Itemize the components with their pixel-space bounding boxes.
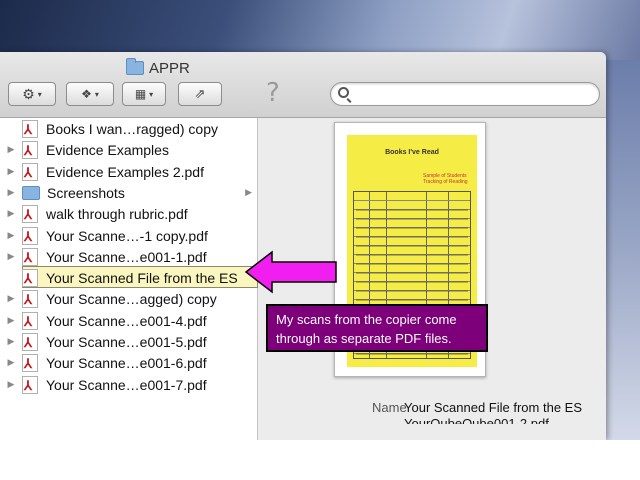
pdf-file-icon: ⅄: [22, 162, 38, 181]
list-item[interactable]: ▶ ⅄ Evidence Examples: [0, 139, 258, 160]
list-item-label: Screenshots: [47, 184, 125, 201]
list-item-label: Books I wan…ragged) copy: [46, 120, 218, 137]
window-title-text: APPR: [149, 59, 190, 77]
disclosure-triangle-icon[interactable]: ▶: [0, 208, 22, 219]
list-item[interactable]: ▶ ⅄ Your Scanne…e001-5.pdf: [0, 331, 258, 352]
list-item[interactable]: ▶ ⅄ Evidence Examples 2.pdf: [0, 161, 258, 182]
list-item[interactable]: ▶ ▶ Screenshots: [0, 182, 258, 203]
help-icon[interactable]: ?: [266, 78, 280, 108]
name-label: Name: [372, 400, 407, 415]
pdf-file-icon: ⅄: [22, 311, 38, 330]
name-value-line2: YourQubeQube001-2.pdf: [404, 416, 549, 424]
pdf-file-icon: ⅄: [22, 204, 38, 223]
doc-heading: Books I've Read: [385, 149, 439, 156]
pdf-file-icon: ⅄: [22, 140, 38, 159]
list-item[interactable]: ▶ ⅄ Your Scanne…e001-7.pdf: [0, 374, 258, 395]
list-item-label: Your Scanne…agged) copy: [46, 290, 217, 307]
search-icon: [338, 87, 349, 98]
list-item-label: Your Scanne…e001-6.pdf: [46, 354, 207, 371]
list-item[interactable]: ▶ ⅄ walk through rubric.pdf: [0, 203, 258, 224]
pdf-file-icon: ⅄: [22, 289, 38, 308]
chevron-down-icon: ▾: [149, 89, 154, 99]
list-item[interactable]: ▶ ⅄ Your Scanne…agged) copy: [0, 288, 258, 309]
chevron-down-icon: ▾: [94, 89, 99, 99]
file-list: ⅄ Books I wan…ragged) copy ▶ ⅄ Evidence Exam…: [0, 118, 434, 440]
list-item-label: Your Scanne…-1 copy.pdf: [46, 227, 208, 244]
share-button[interactable]: ⇗: [178, 82, 222, 106]
list-item-label: walk through rubric.pdf: [46, 205, 188, 222]
annotation-callout: My scans from the copier come through as…: [266, 304, 488, 352]
list-item-label: Your Scanne…e001-5.pdf: [46, 333, 207, 350]
pdf-file-icon: ⅄: [22, 226, 38, 245]
disclosure-triangle-icon[interactable]: ▶: [0, 251, 22, 262]
finder-window: APPR ⚙ ▾ ❖ ▾ ▦ ▾ ⇗ ? ⅄ Books I wan…ragged…: [0, 52, 606, 440]
disclosure-triangle-icon[interactable]: ▶: [0, 357, 22, 368]
search-input[interactable]: [330, 82, 600, 106]
doc-handwriting: Sample of Students Tracking of Reading: [423, 173, 468, 185]
list-item[interactable]: ▶ ⅄ Your Scanne…e001-1.pdf: [0, 246, 258, 267]
disclosure-triangle-icon[interactable]: ▶: [0, 336, 22, 347]
dropbox-icon: ❖: [81, 87, 92, 101]
disclosure-triangle-icon[interactable]: ▶: [0, 293, 22, 304]
list-item[interactable]: ⅄ Books I wan…ragged) copy: [0, 118, 258, 139]
list-item-label: Evidence Examples: [46, 141, 169, 158]
chevron-right-icon: ▶: [245, 187, 252, 197]
list-item-label: Evidence Examples 2.pdf: [46, 163, 204, 180]
list-item[interactable]: ▶ ⅄ Your Scanne…-1 copy.pdf: [0, 225, 258, 246]
dropbox-button[interactable]: ❖ ▾: [66, 82, 114, 106]
window-title: APPR: [126, 58, 190, 78]
arrange-button[interactable]: ▦ ▾: [122, 82, 166, 106]
action-button[interactable]: ⚙ ▾: [8, 82, 56, 106]
grid-icon: ▦: [134, 87, 147, 101]
folder-icon: [126, 58, 144, 75]
pdf-file-icon: ⅄: [22, 353, 38, 372]
disclosure-triangle-icon[interactable]: ▶: [0, 379, 22, 390]
list-item-label: Your Scanne…e001-7.pdf: [46, 376, 207, 393]
list-item-label: Your Scanne…e001-4.pdf: [46, 312, 207, 329]
pdf-file-icon: ⅄: [22, 375, 38, 394]
desktop-background: [0, 0, 640, 60]
pdf-file-icon: ⅄: [22, 247, 38, 266]
pdf-file-icon: ⅄: [22, 119, 38, 138]
list-item-label: Your Scanned File from the ES: [46, 269, 238, 286]
name-value: Your Scanned File from the ES: [404, 400, 583, 415]
pdf-file-icon: ⅄: [22, 332, 38, 351]
disclosure-triangle-icon[interactable]: ▶: [0, 187, 22, 198]
share-icon: ⇗: [194, 86, 206, 101]
toolbar: APPR ⚙ ▾ ❖ ▾ ▦ ▾ ⇗ ?: [0, 52, 606, 118]
annotation-arrow: [244, 250, 337, 294]
disclosure-triangle-icon[interactable]: ▶: [0, 315, 22, 326]
list-item-label: Your Scanne…e001-1.pdf: [46, 248, 207, 265]
gear-icon: ⚙: [22, 85, 35, 102]
disclosure-triangle-icon[interactable]: ▶: [0, 230, 22, 241]
desktop-background-right: [606, 60, 640, 440]
disclosure-triangle-icon[interactable]: ▶: [0, 166, 22, 177]
list-item[interactable]: ▶ ⅄ Your Scanne…e001-4.pdf: [0, 310, 258, 331]
page-background: [0, 440, 640, 480]
folder-icon: [22, 185, 40, 200]
chevron-down-icon: ▾: [37, 89, 42, 99]
pdf-file-icon: ⅄: [22, 268, 38, 287]
disclosure-triangle-icon[interactable]: ▶: [0, 144, 22, 155]
list-item[interactable]: ▶ ⅄ Your Scanne…e001-6.pdf: [0, 352, 258, 373]
